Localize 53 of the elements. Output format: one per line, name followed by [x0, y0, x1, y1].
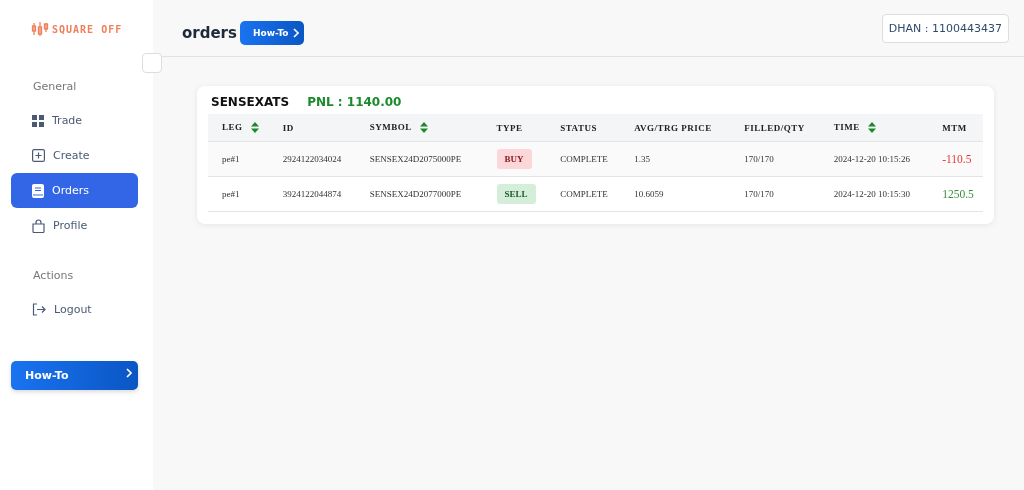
- column-header: TIME: [819, 114, 929, 142]
- bag-icon: [32, 218, 45, 233]
- table-cell: pe#1: [222, 154, 240, 164]
- sort-icon[interactable]: [419, 122, 428, 134]
- table-cell: 1.35: [634, 154, 650, 164]
- table-cell: SENSEX24D2075000PE: [369, 154, 462, 164]
- candlestick-icon: [31, 22, 49, 36]
- sort-icon[interactable]: [867, 122, 876, 134]
- pnl-value: PNL : 1140.00: [307, 94, 402, 109]
- how-to-button[interactable]: How-To: [239, 21, 304, 45]
- sidebar-item[interactable]: Orders: [11, 173, 138, 208]
- book-icon: [32, 183, 44, 198]
- grid-icon: [32, 114, 44, 127]
- table-cell: 2024-12-20 10:15:30: [833, 189, 910, 199]
- table-cell: SENSEX24D2077000PE: [369, 189, 462, 199]
- column-header: TYPE: [482, 114, 547, 142]
- table-cell: 170/170: [744, 189, 774, 199]
- table-cell: -110.5: [942, 153, 972, 165]
- table-cell: 170/170: [744, 154, 774, 164]
- column-header: LEG: [208, 114, 269, 142]
- chevron-icon: [126, 368, 132, 378]
- column-header: MTM: [928, 114, 983, 142]
- table-cell: pe#1: [222, 189, 240, 199]
- section-title: General: [32, 80, 78, 93]
- column-header: AVG/TRG PRICE: [620, 114, 731, 142]
- order-type-tag: SELL: [496, 184, 536, 204]
- sidebar-item[interactable]: Create: [11, 138, 138, 173]
- table-cell: 3924122044874: [282, 189, 342, 199]
- logout-icon: [32, 303, 46, 316]
- account-badge: DHAN : 1100443437: [881, 13, 1009, 43]
- logo-text: SQUARE OFF: [52, 23, 123, 35]
- strategy-title: SENSEXATS: [211, 94, 290, 109]
- table-cell: COMPLETE: [560, 154, 608, 164]
- page-title: orders: [182, 24, 237, 42]
- section-title: Actions: [32, 269, 75, 282]
- sidebar-item[interactable]: Profile: [11, 208, 138, 243]
- sort-icon[interactable]: [250, 122, 259, 134]
- table-cell: 2024-12-20 10:15:26: [833, 154, 910, 164]
- column-header: FILLED/QTY: [730, 114, 820, 142]
- chevron-icon: [292, 28, 299, 38]
- table-cell: 2924122034024: [282, 154, 342, 164]
- order-type-tag: BUY: [496, 149, 532, 169]
- sidebar-item[interactable]: Logout: [11, 292, 138, 327]
- plus-icon: [32, 149, 45, 162]
- table-cell: COMPLETE: [560, 189, 608, 199]
- sidebar-toggle[interactable]: [142, 53, 162, 73]
- column-header: STATUS: [546, 114, 621, 142]
- table-cell: 10.6059: [634, 189, 664, 199]
- table-cell: 1250.5: [942, 188, 974, 200]
- how-to-button[interactable]: How-To: [11, 361, 138, 390]
- sidebar-item[interactable]: Trade: [11, 103, 138, 138]
- column-header: ID: [268, 114, 356, 142]
- column-header: SYMBOL: [355, 114, 483, 142]
